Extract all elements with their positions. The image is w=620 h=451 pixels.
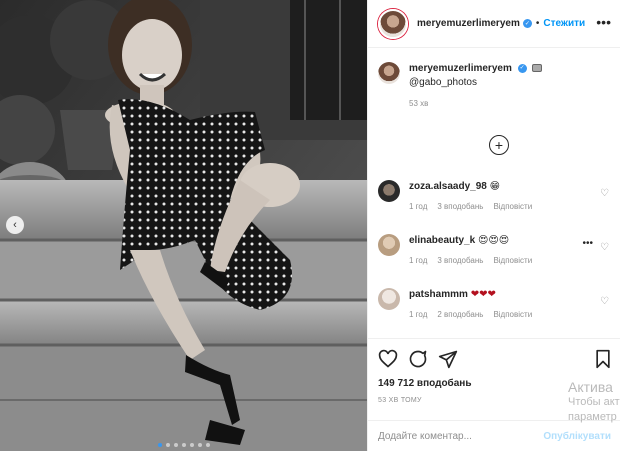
post-caption: meryemuzerlimeryem ✓ @gabo_photos 53 хв — [378, 62, 543, 111]
author-username[interactable]: meryemuzerlimeryem — [417, 18, 520, 29]
carousel-dot[interactable] — [189, 443, 194, 447]
load-more-comments-button[interactable]: + — [489, 135, 509, 155]
reply-button[interactable]: Відповісти — [493, 256, 532, 265]
post-actions — [378, 349, 613, 371]
save-bookmark-icon[interactable] — [593, 349, 613, 369]
header-separator: • — [535, 18, 540, 29]
caption-username[interactable]: meryemuzerlimeryem — [409, 63, 512, 74]
caption-avatar[interactable] — [378, 62, 400, 84]
comment-avatar[interactable] — [378, 288, 400, 310]
share-send-icon[interactable] — [438, 349, 458, 369]
add-comment-bar: Опублікувати — [368, 420, 620, 451]
publish-button[interactable]: Опублікувати — [543, 431, 611, 442]
post-side-panel: meryemuzerlimeryem ✓ • Стежити ••• merye… — [367, 0, 620, 451]
comment-item: zoza.alsaady_98 😁 1 год 3 вподобань Відп… — [378, 180, 613, 211]
caption-time: 53 хв — [409, 99, 429, 108]
carousel-dot[interactable] — [173, 443, 178, 447]
comment-avatar[interactable] — [378, 180, 400, 202]
comment-likes[interactable]: 3 вподобань — [437, 202, 483, 211]
camera-emoji-icon — [532, 64, 543, 73]
carousel-dot[interactable] — [181, 443, 186, 447]
verified-badge-icon: ✓ — [517, 63, 527, 73]
comment-like-heart-icon[interactable]: ♡ — [600, 188, 609, 199]
more-options-icon[interactable]: ••• — [596, 14, 611, 30]
carousel-dot[interactable] — [197, 443, 202, 447]
carousel-dots — [0, 443, 367, 447]
carousel-prev-button[interactable]: ‹ — [6, 216, 24, 234]
comment-like-heart-icon[interactable]: ♡ — [600, 242, 609, 253]
comment-username[interactable]: patshammm — [409, 289, 468, 300]
comment-options-icon[interactable]: ••• — [582, 238, 593, 249]
post-header: meryemuzerlimeryem ✓ • Стежити ••• — [368, 0, 620, 48]
comment-text: 😍😍😍 — [477, 235, 510, 246]
carousel-dot[interactable] — [165, 443, 170, 447]
comment-time: 1 год — [409, 310, 428, 319]
follow-button[interactable]: Стежити — [543, 18, 585, 29]
reply-button[interactable]: Відповісти — [493, 310, 532, 319]
reply-button[interactable]: Відповісти — [493, 202, 532, 211]
author-avatar[interactable] — [378, 8, 408, 39]
likes-count[interactable]: 149 712 вподобань — [378, 378, 471, 389]
photo-illustration — [0, 0, 367, 451]
verified-badge-icon: ✓ — [522, 19, 532, 28]
comment-item: elinabeauty_k 😍😍😍 1 год 3 вподобань Відп… — [378, 234, 613, 265]
comment-time: 1 год — [409, 202, 428, 211]
like-heart-icon[interactable] — [378, 349, 398, 369]
comment-like-heart-icon[interactable]: ♡ — [600, 296, 609, 307]
post-photo[interactable]: ‹ — [0, 0, 367, 451]
carousel-dot[interactable] — [157, 443, 162, 447]
carousel-dot[interactable] — [205, 443, 210, 447]
windows-activation-watermark: Актива Чтобы акт параметр — [568, 380, 620, 425]
caption-mention-link[interactable]: @gabo_photos — [409, 77, 477, 88]
comment-time: 1 год — [409, 256, 428, 265]
watermark-line: Актива — [568, 379, 613, 395]
comment-item: patshammm ❤❤❤ 1 год 2 вподобань Відповіс… — [378, 288, 613, 319]
comment-likes[interactable]: 3 вподобань — [437, 256, 483, 265]
comment-avatar[interactable] — [378, 234, 400, 256]
comment-likes[interactable]: 2 вподобань — [437, 310, 483, 319]
comment-text: ❤❤❤ — [470, 289, 496, 300]
watermark-line: Чтобы акт — [568, 396, 620, 408]
comment-username[interactable]: zoza.alsaady_98 — [409, 181, 487, 192]
actions-divider — [368, 338, 620, 339]
post-dialog: ‹ meryemuzerlimeryem ✓ • Стежити ••• mer… — [0, 0, 620, 451]
comment-text: 😁 — [489, 181, 501, 192]
posted-time: 53 ХВ ТОМУ — [378, 397, 422, 404]
comment-input[interactable] — [378, 430, 544, 442]
comment-bubble-icon[interactable] — [408, 349, 428, 369]
comment-username[interactable]: elinabeauty_k — [409, 235, 475, 246]
